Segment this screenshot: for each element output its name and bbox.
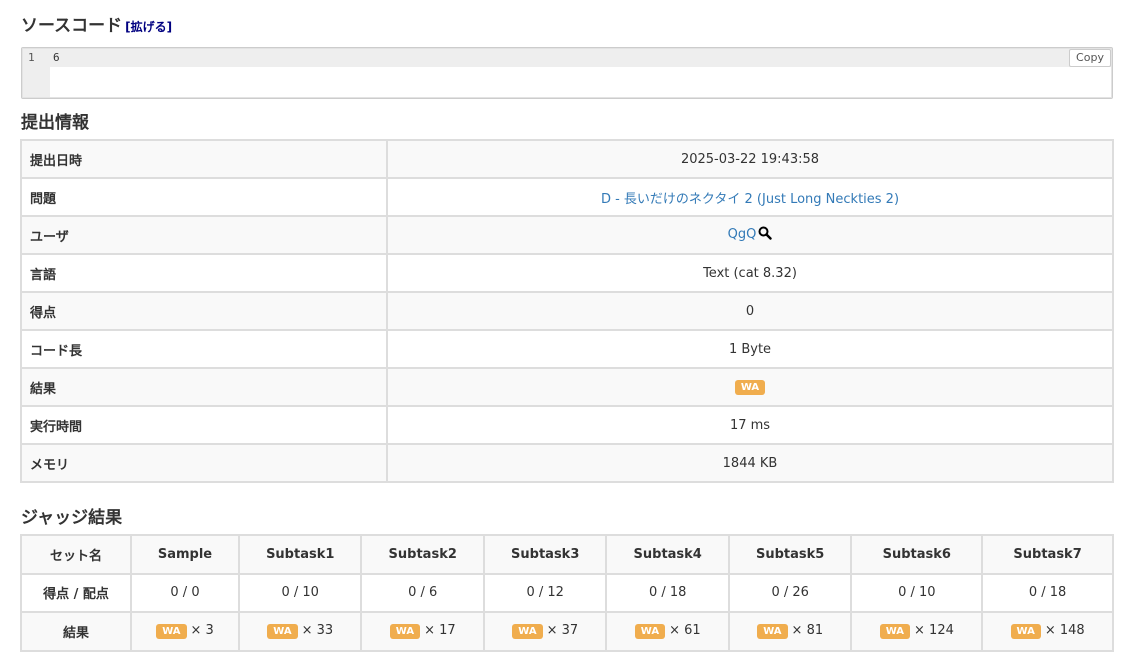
row-label: ユーザ — [20, 215, 388, 255]
judge-result-table: セット名 Sample Subtask1 Subtask2 Subtask3 S… — [20, 534, 1114, 652]
case-count: × 81 — [791, 623, 824, 639]
status-badge: WA — [879, 624, 911, 640]
score-row: 得点 / 配点 0 / 0 0 / 10 0 / 6 0 / 12 0 / 18… — [20, 572, 1114, 613]
result-cell: WA — [386, 367, 1114, 407]
submission-page: ソースコード [拡げる] 1 6 Copy 提出情報 提出日時 2025-03-2… — [0, 0, 1128, 657]
row-label: 言語 — [20, 253, 388, 293]
set-name: Subtask5 — [727, 534, 853, 575]
set-result: WA × 17 — [360, 611, 485, 652]
row-label: 結果 — [20, 367, 388, 407]
submission-info-heading: 提出情報 — [21, 113, 89, 133]
user-cell: QgQ — [386, 215, 1114, 255]
status-badge: WA — [512, 624, 543, 640]
set-result: WA × 37 — [482, 611, 608, 652]
table-row: 言語 Text (cat 8.32) — [20, 253, 1114, 293]
table-row: 結果 WA — [20, 367, 1114, 407]
case-count: × 37 — [546, 623, 579, 639]
row-label: 実行時間 — [20, 405, 388, 445]
status-badge: WA — [389, 624, 421, 640]
table-row: コード長 1 Byte — [20, 329, 1114, 369]
set-name: Subtask3 — [482, 534, 608, 575]
code-length-value: 1 Byte — [386, 329, 1114, 369]
case-count: × 124 — [914, 623, 954, 639]
case-count: × 148 — [1044, 623, 1085, 639]
set-name-row: セット名 Sample Subtask1 Subtask2 Subtask3 S… — [20, 534, 1114, 575]
set-score: 0 / 0 — [130, 572, 240, 613]
status-badge: WA — [634, 624, 666, 640]
set-name: Subtask7 — [981, 534, 1114, 575]
source-code-box[interactable]: 1 6 Copy — [21, 47, 1113, 99]
set-score: 0 / 6 — [360, 572, 485, 613]
status-badge: WA — [267, 624, 298, 640]
row-label: 結果 — [20, 611, 132, 652]
source-code-heading: ソースコード [拡げる] — [21, 11, 172, 36]
table-row: ユーザ QgQ — [20, 215, 1114, 255]
table-row: 得点 0 — [20, 291, 1114, 331]
set-score: 0 / 10 — [850, 572, 984, 613]
row-label: 得点 / 配点 — [20, 572, 132, 613]
exec-time-value: 17 ms — [386, 405, 1114, 445]
set-score: 0 / 26 — [727, 572, 853, 613]
row-label: 問題 — [20, 177, 388, 217]
status-badge: WA — [156, 624, 187, 640]
table-row: 問題 D - 長いだけのネクタイ 2 (Just Long Neckties 2… — [20, 177, 1114, 217]
set-result: WA × 3 — [130, 611, 240, 652]
language-value: Text (cat 8.32) — [386, 253, 1114, 293]
set-result: WA × 33 — [237, 611, 363, 652]
case-count: × 17 — [424, 623, 456, 639]
set-result: WA × 124 — [850, 611, 984, 652]
set-name: Subtask2 — [360, 534, 485, 575]
status-badge: WA — [757, 624, 788, 640]
set-name: Subtask4 — [605, 534, 730, 575]
set-name: Subtask1 — [237, 534, 363, 575]
line-number: 1 — [28, 51, 35, 64]
table-row: 提出日時 2025-03-22 19:43:58 — [20, 139, 1114, 179]
table-row: 実行時間 17 ms — [20, 405, 1114, 445]
code-line-highlight — [23, 49, 1111, 67]
submission-time: 2025-03-22 19:43:58 — [386, 139, 1114, 179]
row-label: 得点 — [20, 291, 388, 331]
row-label: メモリ — [20, 443, 388, 483]
expand-code-link[interactable]: [拡げる] — [125, 20, 172, 34]
set-score: 0 / 10 — [237, 572, 363, 613]
problem-cell: D - 長いだけのネクタイ 2 (Just Long Neckties 2) — [386, 177, 1114, 217]
row-label: コード長 — [20, 329, 388, 369]
problem-link[interactable]: D - 長いだけのネクタイ 2 (Just Long Neckties 2) — [601, 192, 899, 207]
set-score: 0 / 18 — [605, 572, 730, 613]
set-score: 0 / 12 — [482, 572, 608, 613]
status-badge: WA — [734, 380, 766, 395]
table-row: メモリ 1844 KB — [20, 443, 1114, 483]
status-badge: WA — [1010, 624, 1041, 640]
submission-info-table: 提出日時 2025-03-22 19:43:58 問題 D - 長いだけのネクタ… — [20, 139, 1114, 483]
copy-button[interactable]: Copy — [1069, 49, 1111, 67]
row-label: 提出日時 — [20, 139, 388, 179]
source-code-title: ソースコード — [21, 16, 123, 36]
memory-value: 1844 KB — [386, 443, 1114, 483]
case-count: × 61 — [669, 623, 701, 639]
set-result: WA × 61 — [605, 611, 730, 652]
set-name: Subtask6 — [850, 534, 984, 575]
code-text[interactable]: 6 — [53, 51, 60, 64]
judge-result-heading: ジャッジ結果 — [21, 508, 123, 528]
result-row: 結果 WA × 3 WA × 33 WA × 17 WA × 37 WA × 61 WA ×… — [20, 611, 1114, 652]
set-score: 0 / 18 — [981, 572, 1114, 613]
search-icon[interactable] — [758, 226, 773, 244]
case-count: × 3 — [190, 623, 214, 639]
user-link[interactable]: QgQ — [728, 227, 757, 242]
score-value: 0 — [386, 291, 1114, 331]
set-result: WA × 81 — [727, 611, 853, 652]
set-name: Sample — [130, 534, 240, 575]
row-label: セット名 — [20, 534, 132, 575]
case-count: × 33 — [301, 623, 334, 639]
set-result: WA × 148 — [981, 611, 1114, 652]
